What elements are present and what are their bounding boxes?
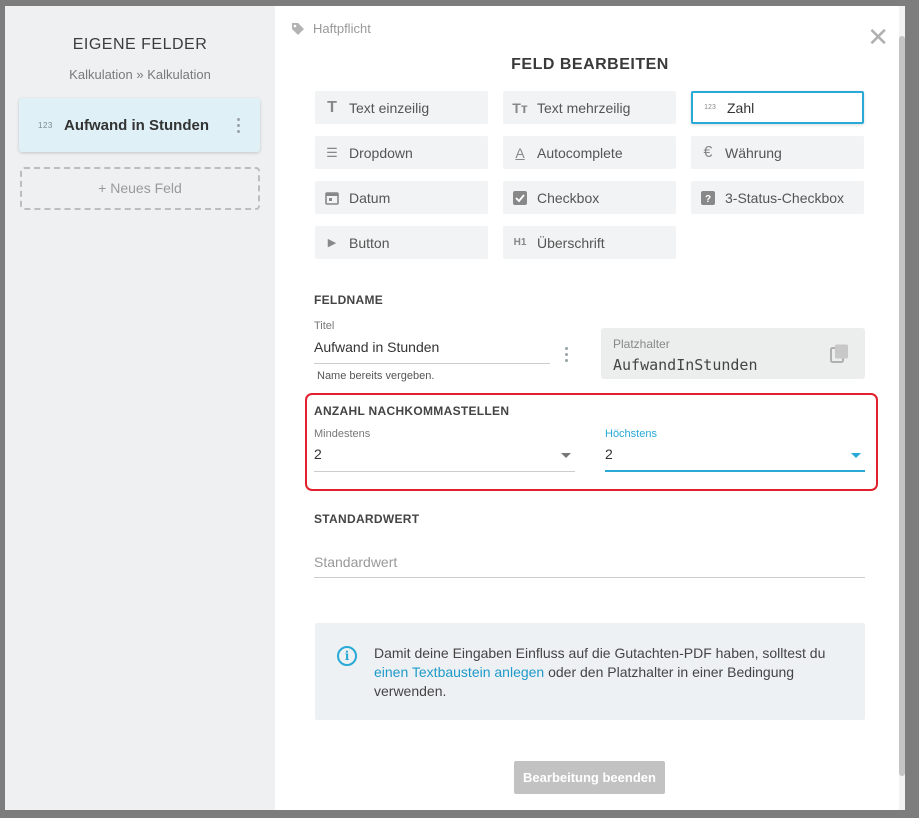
default-value-placeholder: Standardwert [314, 554, 398, 570]
max-label: Höchstens [605, 428, 657, 440]
autocomplete-icon: A [515, 144, 525, 161]
tag-icon [292, 22, 304, 35]
text-multi-icon: Tт [512, 99, 528, 116]
finish-editing-button[interactable]: Bearbeitung beenden [514, 761, 665, 794]
panel-title: EIGENE FELDER [72, 36, 208, 53]
type-label: Dropdown [349, 144, 413, 161]
scrollbar-thumb[interactable] [899, 36, 905, 776]
type-label: Text einzeilig [349, 99, 430, 116]
svg-text:?: ? [705, 194, 711, 205]
min-decimals-select[interactable]: 2 [314, 446, 575, 472]
type-label: Text mehrzeilig [537, 99, 631, 116]
title-label: Titel [314, 320, 335, 332]
type-label: Checkbox [537, 189, 600, 206]
edit-field-dialog: EIGENE FELDER Kalkulation » Kalkulation … [5, 6, 905, 810]
title-options-icon[interactable] [565, 347, 568, 362]
checkbox-icon [503, 190, 537, 205]
text-single-icon: T [327, 98, 337, 116]
create-text-block-link[interactable]: einen Textbaustein anlegen [374, 664, 544, 680]
type-label: Datum [349, 189, 391, 206]
info-text-before: Damit deine Eingaben Einfluss auf die Gu… [374, 645, 826, 661]
placeholder-label: Platzhalter [613, 337, 670, 351]
title-input-value: Aufwand in Stunden [314, 339, 440, 355]
type-text-single-button[interactable]: T Text einzeilig [315, 91, 488, 124]
placeholder-field: Platzhalter AufwandInStunden [601, 328, 865, 379]
page-title: FELD BEARBEITEN [511, 56, 669, 73]
type-label: Button [349, 234, 390, 251]
type-label: Autocomplete [537, 144, 623, 161]
default-value-input[interactable]: Standardwert [314, 554, 865, 578]
more-vertical-icon[interactable] [237, 118, 240, 133]
close-icon[interactable]: ✕ [867, 24, 889, 50]
type-label: Überschrift [537, 234, 605, 251]
type-number-button[interactable]: 123 Zahl [691, 91, 864, 124]
scrollbar[interactable] [899, 6, 905, 810]
decimals-section-title: ANZAHL NACHKOMMASTELLEN [314, 404, 510, 418]
caret-down-icon [561, 453, 571, 458]
number-icon: 123 [704, 104, 716, 111]
min-decimals-value: 2 [314, 446, 322, 462]
type-heading-button[interactable]: H1 Überschrift [503, 226, 676, 259]
placeholder-value: AufwandInStunden [613, 356, 758, 374]
number-icon: 123 [38, 120, 53, 130]
fieldname-section-title: FELDNAME [314, 293, 384, 307]
title-hint: Name bereits vergeben. [317, 370, 435, 382]
field-list-item-label: Aufwand in Stunden [64, 116, 209, 134]
info-text: Damit deine Eingaben Einfluss auf die Gu… [374, 644, 844, 701]
info-icon: i [337, 646, 357, 666]
type-checkbox-button[interactable]: Checkbox [503, 181, 676, 214]
breadcrumb: Haftpflicht [291, 21, 371, 36]
title-input[interactable]: Aufwand in Stunden [314, 339, 550, 364]
calendar-icon [315, 191, 349, 205]
info-box: i Damit deine Eingaben Einfluss auf die … [315, 623, 865, 720]
min-label: Mindestens [314, 428, 371, 440]
custom-fields-panel: EIGENE FELDER Kalkulation » Kalkulation … [5, 6, 275, 810]
field-editor: Haftpflicht ✕ FELD BEARBEITEN T Text ein… [275, 6, 905, 810]
type-label: 3-Status-Checkbox [725, 189, 845, 206]
play-icon: ▶ [327, 237, 337, 249]
new-field-button[interactable]: + Neues Feld [20, 167, 260, 210]
type-tristate-checkbox-button[interactable]: ? 3-Status-Checkbox [691, 181, 864, 214]
type-label: Zahl [727, 99, 755, 116]
max-decimals-select[interactable]: 2 [605, 446, 865, 472]
type-dropdown-button[interactable]: ☰ Dropdown [315, 136, 488, 169]
field-list-item[interactable]: 123 Aufwand in Stunden [19, 98, 260, 152]
caret-down-icon [851, 453, 861, 458]
type-label: Währung [725, 144, 782, 161]
breadcrumb-label: Haftpflicht [313, 21, 371, 36]
type-date-button[interactable]: Datum [315, 181, 488, 214]
copy-icon[interactable] [830, 344, 849, 368]
panel-breadcrumb: Kalkulation » Kalkulation [69, 67, 211, 82]
type-currency-button[interactable]: € Währung [691, 136, 864, 169]
type-button-button[interactable]: ▶ Button [315, 226, 488, 259]
heading-icon: H1 [513, 237, 527, 248]
max-decimals-value: 2 [605, 446, 613, 462]
list-icon: ☰ [326, 144, 338, 160]
euro-icon: € [703, 143, 713, 161]
type-autocomplete-button[interactable]: A Autocomplete [503, 136, 676, 169]
type-text-multi-button[interactable]: Tт Text mehrzeilig [503, 91, 676, 124]
default-section-title: STANDARDWERT [314, 512, 420, 526]
question-checkbox-icon: ? [691, 190, 725, 205]
